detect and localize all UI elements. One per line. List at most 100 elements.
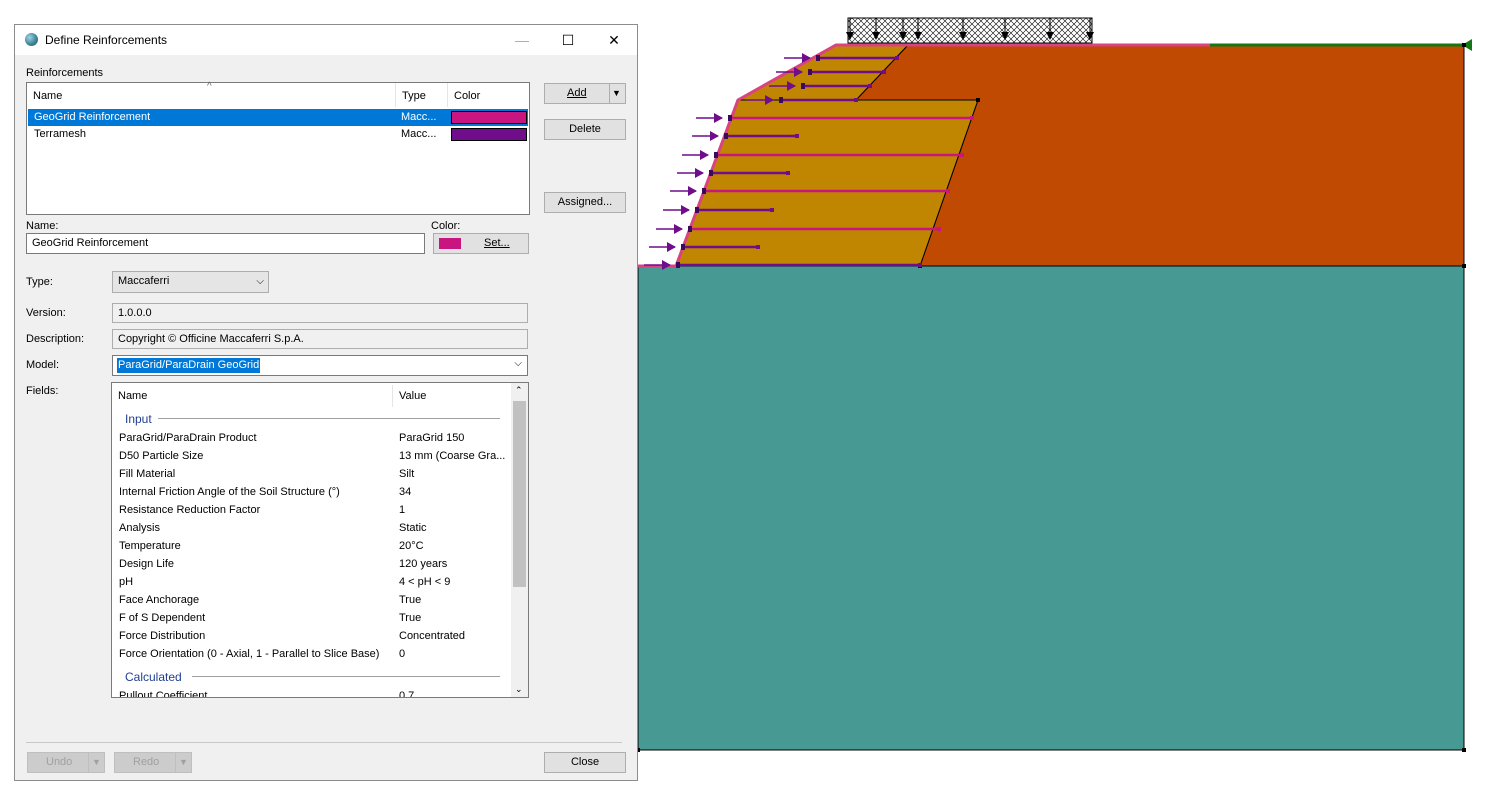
- fields-label: Fields:: [26, 385, 59, 397]
- field-name: Internal Friction Angle of the Soil Stru…: [119, 486, 340, 498]
- section-divider: [192, 676, 500, 677]
- force-arrow-head-icon: [695, 168, 704, 178]
- fields-grid[interactable]: Name Value Input ParaGrid/ParaDrain Prod…: [111, 382, 529, 698]
- reinforcement-anchor-marker: [728, 115, 732, 121]
- reinforcement-end-marker: [937, 227, 941, 231]
- app-globe-icon: [25, 33, 38, 46]
- column-header-type[interactable]: Type: [396, 83, 448, 107]
- assigned-button[interactable]: Assigned...: [544, 192, 626, 213]
- calculated-section-header: Calculated: [125, 670, 182, 684]
- field-value[interactable]: 4 < pH < 9: [399, 576, 450, 588]
- close-window-button[interactable]: ✕: [591, 25, 637, 55]
- field-name: Force Orientation (0 - Axial, 1 - Parall…: [119, 648, 380, 660]
- title-bar: Define Reinforcements — ☐ ✕: [15, 25, 637, 55]
- field-value[interactable]: Static: [399, 522, 427, 534]
- model-label: Model:: [26, 359, 60, 371]
- force-arrow-head-icon: [688, 186, 697, 196]
- field-name: ParaGrid/ParaDrain Product: [119, 432, 257, 444]
- force-arrow-head-icon: [667, 242, 676, 252]
- dropdown-arrow-icon[interactable]: ▼: [92, 753, 101, 772]
- reinforcement-anchor-marker: [695, 207, 699, 213]
- reinforcements-list[interactable]: Name ^ Type Color GeoGrid Reinforcement …: [26, 81, 530, 215]
- sort-caret-icon: ^: [207, 81, 212, 92]
- scroll-down-icon[interactable]: ⌄: [515, 684, 523, 695]
- current-color-swatch: [439, 238, 461, 249]
- undo-button[interactable]: Undo ▼: [27, 752, 105, 773]
- name-input[interactable]: GeoGrid Reinforcement: [26, 233, 425, 254]
- vertex-marker: [1462, 264, 1466, 268]
- list-item[interactable]: GeoGrid Reinforcement Macc...: [28, 109, 528, 126]
- undo-label: Undo: [46, 756, 73, 768]
- field-value[interactable]: 34: [399, 486, 411, 498]
- reinforcement-anchor-marker: [801, 83, 805, 89]
- field-value[interactable]: 1: [399, 504, 405, 516]
- field-name: Pullout Coefficient: [119, 690, 208, 698]
- dialog-title: Define Reinforcements: [45, 33, 168, 47]
- description-field: Copyright © Officine Maccaferri S.p.A.: [112, 329, 528, 349]
- split-divider: [88, 753, 89, 772]
- scrollbar-thumb[interactable]: [513, 401, 526, 587]
- maximize-button[interactable]: ☐: [545, 25, 591, 55]
- reinforcement-anchor-marker: [808, 69, 812, 75]
- item-type: Macc...: [401, 111, 437, 123]
- field-value[interactable]: ParaGrid 150: [399, 432, 464, 444]
- set-color-label: Set...: [484, 237, 510, 249]
- reinforcement-anchor-marker: [676, 262, 680, 268]
- field-value[interactable]: 13 mm (Coarse Gra...: [399, 450, 505, 462]
- reinforcement-anchor-marker: [816, 55, 820, 61]
- field-value[interactable]: 20°C: [399, 540, 424, 552]
- fields-scrollbar[interactable]: ⌃ ⌄: [511, 383, 528, 697]
- field-value[interactable]: Silt: [399, 468, 414, 480]
- field-name: Face Anchorage: [119, 594, 200, 606]
- column-header-color[interactable]: Color: [448, 83, 529, 107]
- field-name: Temperature: [119, 540, 181, 552]
- force-arrow-head-icon: [681, 205, 690, 215]
- version-label: Version:: [26, 307, 66, 319]
- reinforcements-label: Reinforcements: [26, 67, 104, 79]
- chevron-down-icon: ⌵: [256, 276, 264, 287]
- fields-header-value: Value: [399, 390, 427, 402]
- field-value[interactable]: 120 years: [399, 558, 447, 570]
- input-section-header: Input: [125, 412, 152, 426]
- reinforcement-anchor-marker: [688, 226, 692, 232]
- split-divider: [609, 84, 610, 103]
- redo-label: Redo: [133, 756, 160, 768]
- force-arrow-head-icon: [674, 224, 683, 234]
- list-item[interactable]: Terramesh Macc...: [28, 126, 528, 143]
- section-divider: [158, 418, 500, 419]
- field-value[interactable]: 0: [399, 648, 405, 660]
- field-name: Analysis: [119, 522, 160, 534]
- field-value[interactable]: True: [399, 612, 421, 624]
- surcharge-load-region: [847, 17, 1093, 44]
- dropdown-arrow-icon[interactable]: ▼: [612, 84, 621, 103]
- item-color-swatch: [451, 128, 527, 141]
- field-name: D50 Particle Size: [119, 450, 204, 462]
- scroll-up-icon[interactable]: ⌃: [515, 385, 523, 396]
- field-name: Resistance Reduction Factor: [119, 504, 261, 516]
- set-color-button[interactable]: Set...: [433, 233, 529, 254]
- close-button[interactable]: Close: [544, 752, 626, 773]
- dropdown-arrow-icon[interactable]: ▼: [179, 753, 188, 772]
- version-field: 1.0.0.0: [112, 303, 528, 323]
- type-select[interactable]: Maccaferri ⌵: [112, 271, 269, 293]
- reinforcement-anchor-marker: [724, 133, 728, 139]
- delete-button[interactable]: Delete: [544, 119, 626, 140]
- reinforcement-end-marker: [895, 56, 899, 60]
- model-select-value: ParaGrid/ParaDrain GeoGrid: [117, 358, 261, 373]
- color-label: Color:: [431, 220, 461, 232]
- reinforcement-end-marker: [786, 171, 790, 175]
- type-label: Type:: [26, 276, 53, 288]
- field-value[interactable]: Concentrated: [399, 630, 465, 642]
- define-reinforcements-dialog: Define Reinforcements — ☐ ✕ Reinforcemen…: [14, 24, 638, 781]
- item-name: Terramesh: [34, 128, 86, 140]
- reinforcement-end-marker: [868, 84, 872, 88]
- field-value[interactable]: 0.7: [399, 690, 414, 697]
- field-value[interactable]: True: [399, 594, 421, 606]
- model-select[interactable]: ParaGrid/ParaDrain GeoGrid ⌵: [112, 355, 528, 376]
- split-divider: [175, 753, 176, 772]
- add-button[interactable]: Add ▼: [544, 83, 626, 104]
- redo-button[interactable]: Redo ▼: [114, 752, 192, 773]
- field-name: Design Life: [119, 558, 175, 570]
- reinforcement-end-marker: [960, 153, 964, 157]
- minimize-button[interactable]: —: [499, 25, 545, 55]
